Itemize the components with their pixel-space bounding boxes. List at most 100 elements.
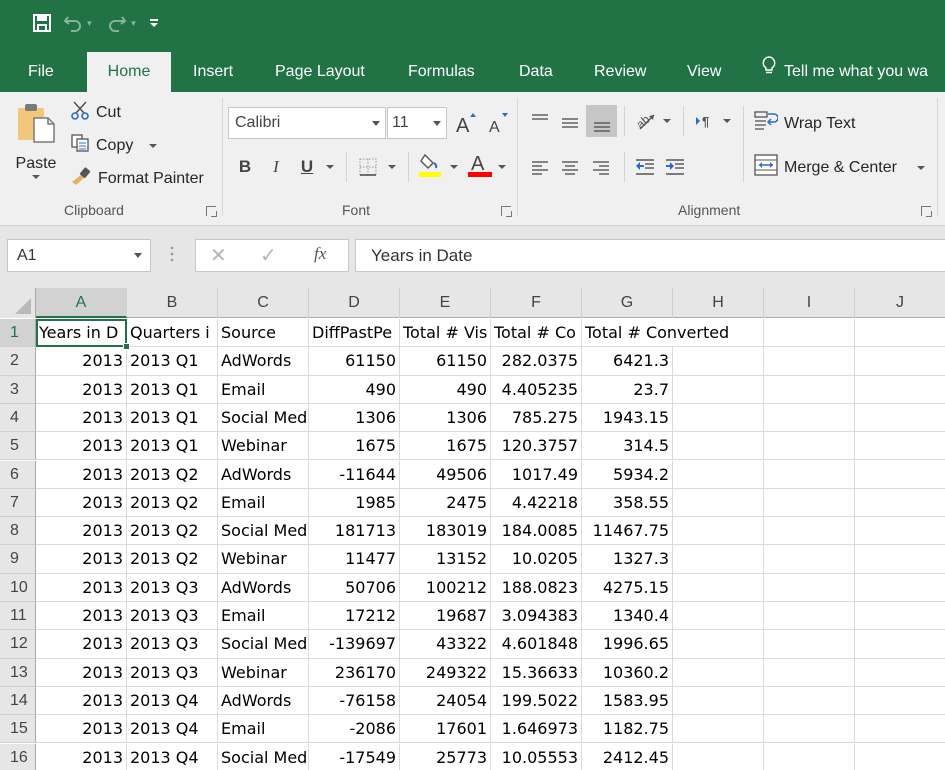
cell-c15[interactable]: Email <box>218 715 309 744</box>
merge-center-dropdown-icon[interactable] <box>916 165 925 170</box>
cell-c6[interactable]: AdWords <box>218 460 309 489</box>
cell-g13[interactable]: 10360.2 <box>582 658 673 687</box>
cell-g11[interactable]: 1340.4 <box>582 602 673 631</box>
cell-a11[interactable]: 2013 <box>36 602 127 631</box>
wrap-text-button[interactable]: Wrap Text <box>754 110 855 137</box>
cell-b13[interactable]: 2013 Q3 <box>127 658 218 687</box>
cell-c2[interactable]: AdWords <box>218 347 309 376</box>
cell-c12[interactable]: Social Med <box>218 630 309 659</box>
cell-d6[interactable]: -11644 <box>309 460 400 489</box>
bold-button[interactable]: B <box>234 154 256 180</box>
cut-button[interactable]: Cut <box>70 100 121 125</box>
cell-f10[interactable]: 188.0823 <box>491 573 582 602</box>
cell-d7[interactable]: 1985 <box>309 488 400 518</box>
cell-f6[interactable]: 1017.49 <box>491 460 582 489</box>
cell-d8[interactable]: 181713 <box>309 517 400 546</box>
row-header-6[interactable]: 6 <box>0 460 36 489</box>
cell-d5[interactable]: 1675 <box>309 432 400 461</box>
fill-color-dropdown-icon[interactable] <box>447 154 461 180</box>
underline-button[interactable]: U <box>296 154 318 180</box>
cell-c13[interactable]: Webinar <box>218 658 309 687</box>
cell-j8[interactable] <box>855 517 945 546</box>
cell-f9[interactable]: 10.0205 <box>491 545 582 574</box>
cell-f4[interactable]: 785.275 <box>491 403 582 433</box>
cell-e7[interactable]: 2475 <box>400 488 491 518</box>
cell-g15[interactable]: 1182.75 <box>582 715 673 744</box>
italic-button[interactable]: I <box>265 154 287 180</box>
cell-c10[interactable]: AdWords <box>218 573 309 602</box>
undo-icon[interactable]: ▼ <box>56 10 100 36</box>
cell-c3[interactable]: Email <box>218 375 309 404</box>
cell-d9[interactable]: 11477 <box>309 545 400 574</box>
text-direction-dropdown-icon[interactable] <box>720 106 734 136</box>
name-box-dropdown-icon[interactable] <box>134 253 142 258</box>
redo-dropdown-icon[interactable]: ▼ <box>130 19 138 28</box>
cell-b8[interactable]: 2013 Q2 <box>127 517 218 546</box>
cell-b6[interactable]: 2013 Q2 <box>127 460 218 489</box>
cell-g16[interactable]: 2412.45 <box>582 743 673 770</box>
align-left-icon[interactable] <box>527 152 553 182</box>
tab-page-layout[interactable]: Page Layout <box>265 52 375 92</box>
cell-h15[interactable] <box>673 715 764 744</box>
cell-h14[interactable] <box>673 686 764 716</box>
cell-a16[interactable]: 2013 <box>36 743 127 770</box>
select-all-button[interactable] <box>0 288 36 318</box>
column-header-f[interactable]: F <box>491 288 582 318</box>
cell-a10[interactable]: 2013 <box>36 573 127 602</box>
cell-e9[interactable]: 13152 <box>400 545 491 574</box>
row-header-3[interactable]: 3 <box>0 375 36 404</box>
cell-b15[interactable]: 2013 Q4 <box>127 715 218 744</box>
top-align-icon[interactable] <box>527 106 553 136</box>
cell-d10[interactable]: 50706 <box>309 573 400 602</box>
cell-f8[interactable]: 184.0085 <box>491 517 582 546</box>
underline-dropdown-icon[interactable] <box>322 154 338 180</box>
cell-e11[interactable]: 19687 <box>400 602 491 631</box>
column-header-i[interactable]: I <box>764 288 855 318</box>
cell-g4[interactable]: 1943.15 <box>582 403 673 433</box>
cell-j14[interactable] <box>855 687 945 716</box>
cell-i5[interactable] <box>764 432 855 461</box>
cell-d1[interactable]: DiffPastPe <box>309 319 400 348</box>
cell-c16[interactable]: Social Med <box>218 743 309 770</box>
cell-j9[interactable] <box>855 545 945 574</box>
cell-i12[interactable] <box>764 630 855 659</box>
cell-j13[interactable] <box>855 659 945 687</box>
increase-indent-icon[interactable] <box>662 152 688 182</box>
cell-g14[interactable]: 1583.95 <box>582 686 673 716</box>
font-color-icon[interactable]: A <box>465 150 495 180</box>
fill-handle[interactable] <box>123 343 130 351</box>
decrease-font-size-icon[interactable]: A <box>485 110 511 136</box>
tab-insert[interactable]: Insert <box>183 52 243 92</box>
cell-a4[interactable]: 2013 <box>36 403 127 433</box>
cell-b4[interactable]: 2013 Q1 <box>127 403 218 433</box>
cell-a14[interactable]: 2013 <box>36 686 127 716</box>
clipboard-launcher-icon[interactable] <box>206 206 217 217</box>
cell-i4[interactable] <box>764 403 855 433</box>
cell-b11[interactable]: 2013 Q3 <box>127 602 218 631</box>
cell-c11[interactable]: Email <box>218 602 309 631</box>
fill-color-icon[interactable] <box>416 150 446 180</box>
row-header-14[interactable]: 14 <box>0 686 36 716</box>
row-header-8[interactable]: 8 <box>0 517 36 546</box>
cell-a13[interactable]: 2013 <box>36 658 127 687</box>
font-size-dropdown-icon[interactable] <box>433 121 441 126</box>
cell-j1[interactable] <box>855 319 945 348</box>
cell-a6[interactable]: 2013 <box>36 460 127 489</box>
cell-e3[interactable]: 490 <box>400 375 491 404</box>
cell-e8[interactable]: 183019 <box>400 517 491 546</box>
row-header-9[interactable]: 9 <box>0 545 36 574</box>
cell-e1[interactable]: Total # Vis <box>400 319 491 348</box>
cell-a2[interactable]: 2013 <box>36 347 127 376</box>
cell-b12[interactable]: 2013 Q3 <box>127 630 218 659</box>
alignment-launcher-icon[interactable] <box>921 206 932 217</box>
cell-i10[interactable] <box>764 573 855 602</box>
name-box[interactable]: A1 <box>7 239 151 272</box>
cell-d14[interactable]: -76158 <box>309 686 400 716</box>
cell-d12[interactable]: -139697 <box>309 630 400 659</box>
copy-button[interactable]: Copy <box>70 133 158 158</box>
cell-e2[interactable]: 61150 <box>400 347 491 376</box>
cell-h6[interactable] <box>673 460 764 489</box>
cell-h8[interactable] <box>673 517 764 546</box>
cell-h11[interactable] <box>673 602 764 631</box>
cell-b10[interactable]: 2013 Q3 <box>127 573 218 602</box>
